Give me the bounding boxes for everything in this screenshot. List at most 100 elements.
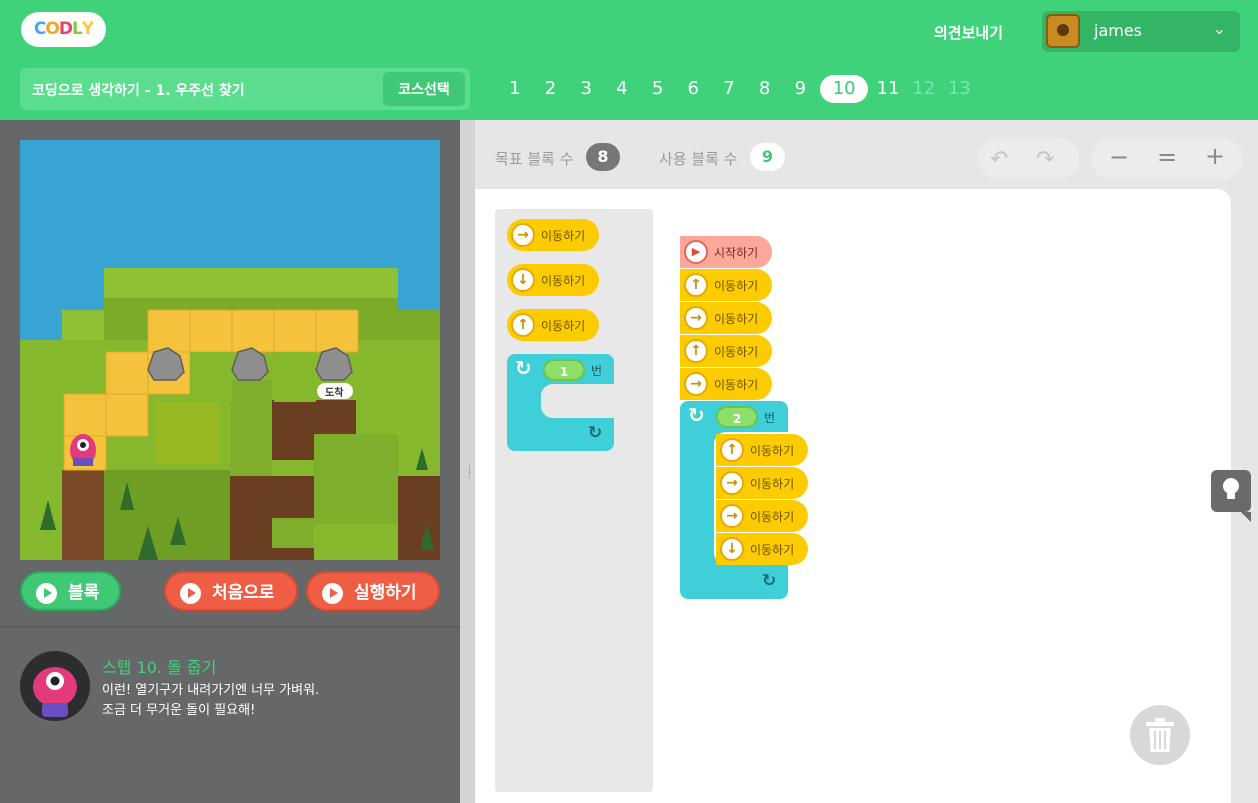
hint-bulb-button[interactable] xyxy=(1211,470,1251,522)
mascot-avatar xyxy=(20,651,90,721)
step-12[interactable]: 12 xyxy=(906,75,942,103)
block-label: 이동하기 xyxy=(714,345,759,359)
avatar xyxy=(1046,14,1080,48)
zoom-in-icon[interactable]: + xyxy=(1205,142,1225,170)
block-label: 이동하기 xyxy=(541,274,586,288)
repeat-icon: ↻ xyxy=(515,356,532,380)
mission-text-line: 이런! 열기구가 내려가기엔 너무 가벼워. xyxy=(102,683,320,698)
zoom-reset-icon[interactable]: = xyxy=(1157,143,1177,171)
step-3[interactable]: 3 xyxy=(568,75,604,103)
repeat-count-input[interactable]: 2 xyxy=(716,406,758,428)
goal-label: 도착 xyxy=(325,388,344,399)
repeat-block[interactable]: ↻ 1 번 ↻ xyxy=(507,354,614,451)
start-block[interactable]: ▶ 시작하기 xyxy=(680,236,772,268)
step-navigator: 1 2 3 4 5 6 7 8 9 10 11 12 13 xyxy=(497,75,977,103)
move-block[interactable]: → 이동하기 xyxy=(680,302,772,334)
step-13[interactable]: 13 xyxy=(942,75,978,103)
step-1[interactable]: 1 xyxy=(497,75,533,103)
block-label: 이동하기 xyxy=(714,279,759,293)
arrow-up-icon: ↑ xyxy=(684,339,708,363)
move-block[interactable]: ↑ 이동하기 xyxy=(680,269,772,301)
block-palette: → 이동하기 ↓ 이동하기 ↑ 이동하기 ↻ 1 번 ↻ xyxy=(495,209,653,792)
play-icon xyxy=(322,583,343,604)
arrow-right-icon: → xyxy=(720,504,744,528)
move-block[interactable]: → 이동하기 xyxy=(716,467,808,499)
step-11[interactable]: 11 xyxy=(870,75,906,103)
step-10[interactable]: 10 xyxy=(820,75,869,103)
username: james xyxy=(1094,21,1143,40)
lightbulb-icon xyxy=(1223,478,1239,499)
block-label: 이동하기 xyxy=(714,378,759,392)
repeat-unit-label: 번 xyxy=(591,364,603,378)
arrow-up-icon: ↑ xyxy=(511,313,535,337)
divider xyxy=(0,626,460,628)
loop-end-icon: ↻ xyxy=(762,571,777,591)
step-8[interactable]: 8 xyxy=(747,75,783,103)
block-label: 이동하기 xyxy=(714,312,759,326)
block-label: 이동하기 xyxy=(750,444,795,458)
repeat-icon: ↻ xyxy=(688,403,705,427)
undo-icon[interactable]: ↶ xyxy=(990,147,1008,172)
arrow-up-icon: ↑ xyxy=(720,438,744,462)
step-title: 스텝 10. 돌 줍기 xyxy=(102,658,217,677)
feedback-link[interactable]: 의견보내기 xyxy=(934,22,1003,43)
user-menu[interactable]: james ⌄ xyxy=(1042,11,1240,52)
trash-can[interactable] xyxy=(1130,705,1190,765)
trash-icon xyxy=(1146,718,1174,752)
move-block[interactable]: ↓ 이동하기 xyxy=(716,533,808,565)
step-9[interactable]: 9 xyxy=(783,75,819,103)
block-label: 이동하기 xyxy=(541,319,586,333)
block-label: 이동하기 xyxy=(750,543,795,557)
game-scene: 도착 xyxy=(20,140,440,560)
redo-icon[interactable]: ↷ xyxy=(1036,147,1054,172)
repeat-unit-label: 번 xyxy=(764,411,776,425)
block-label: 이동하기 xyxy=(541,229,586,243)
arrow-right-icon: → xyxy=(720,471,744,495)
block-label: 이동하기 xyxy=(750,477,795,491)
step-2[interactable]: 2 xyxy=(533,75,569,103)
course-bar: 코딩으로 생각하기 - 1. 우주선 찾기 코스선택 xyxy=(20,68,470,110)
play-icon: ▶ xyxy=(684,240,708,264)
run-button[interactable]: 실행하기 xyxy=(306,571,440,611)
panel-splitter[interactable] xyxy=(460,120,475,803)
course-select-button[interactable]: 코스선택 xyxy=(383,72,465,106)
move-block[interactable]: ↑ 이동하기 xyxy=(507,309,599,341)
course-title: 코딩으로 생각하기 - 1. 우주선 찾기 xyxy=(32,83,245,99)
arrow-down-icon: ↓ xyxy=(511,268,535,292)
zoom-out-icon[interactable]: − xyxy=(1109,143,1129,171)
chevron-down-icon: ⌄ xyxy=(1212,19,1226,38)
move-block[interactable]: → 이동하기 xyxy=(680,368,772,400)
play-icon xyxy=(36,583,57,604)
block-workspace[interactable]: → 이동하기 ↓ 이동하기 ↑ 이동하기 ↻ 1 번 ↻ ▶ 시작하기 ↑ 이동하기 → 이동하기 ↑ 이동하기… xyxy=(475,189,1231,803)
arrow-down-icon: ↓ xyxy=(720,537,744,561)
arrow-right-icon: → xyxy=(684,372,708,396)
used-blocks-count: 9 xyxy=(750,143,785,171)
block-play-button[interactable]: 블록 xyxy=(20,571,121,611)
drag-handle-icon[interactable]: ⋮ ⋮ xyxy=(465,466,474,480)
move-block[interactable]: → 이동하기 xyxy=(507,219,599,251)
arrow-up-icon: ↑ xyxy=(684,273,708,297)
arrow-right-icon: → xyxy=(511,223,535,247)
goal-blocks-count: 8 xyxy=(586,143,620,171)
mission-text-line: 조금 더 무거운 돌이 필요해! xyxy=(102,703,256,718)
repeat-count-input[interactable]: 1 xyxy=(543,359,585,381)
repeat-slot xyxy=(541,384,614,418)
move-block[interactable]: → 이동하기 xyxy=(716,500,808,532)
move-block[interactable]: ↑ 이동하기 xyxy=(680,335,772,367)
step-6[interactable]: 6 xyxy=(675,75,711,103)
step-7[interactable]: 7 xyxy=(711,75,747,103)
zoom-controls: − = + xyxy=(1091,139,1243,179)
goal-blocks-label: 목표 블록 수 xyxy=(495,150,574,168)
top-bar: CODLY 의견보내기 james ⌄ 코딩으로 생각하기 - 1. 우주선 찾… xyxy=(0,0,1258,120)
undo-redo-group: ↶ ↷ xyxy=(978,139,1079,179)
move-block[interactable]: ↓ 이동하기 xyxy=(507,264,599,296)
step-5[interactable]: 5 xyxy=(640,75,676,103)
used-blocks-label: 사용 블록 수 xyxy=(659,150,738,168)
loop-end-icon: ↻ xyxy=(588,423,603,443)
reset-button[interactable]: 처음으로 xyxy=(164,571,298,611)
codly-logo[interactable]: CODLY xyxy=(21,12,106,47)
rewind-icon xyxy=(180,583,201,604)
move-block[interactable]: ↑ 이동하기 xyxy=(716,434,808,466)
block-label: 이동하기 xyxy=(750,510,795,524)
step-4[interactable]: 4 xyxy=(604,75,640,103)
